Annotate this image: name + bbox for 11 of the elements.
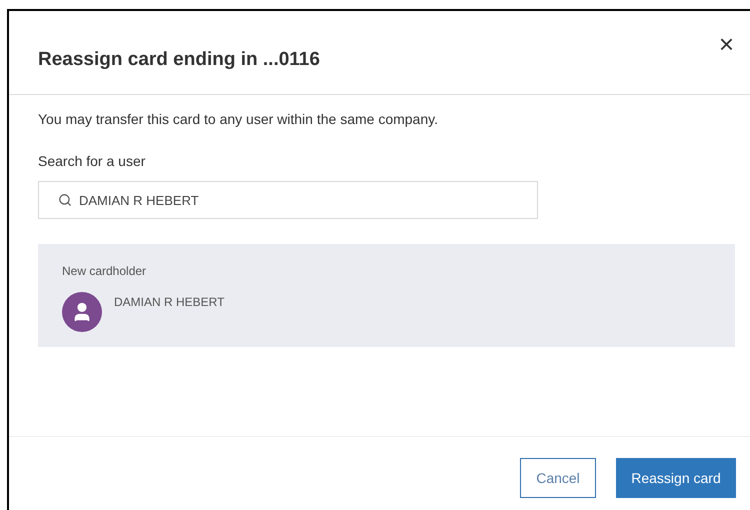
cardholder-name: DAMIAN R HEBERT	[114, 294, 224, 311]
result-heading: New cardholder	[62, 263, 148, 280]
search-icon	[58, 193, 72, 207]
reassign-button[interactable]: Reassign card	[616, 458, 736, 498]
search-field[interactable]: DAMIAN R HEBERT	[38, 181, 538, 219]
close-button[interactable]: ×	[718, 31, 734, 57]
search-label: Search for a user	[38, 152, 146, 171]
dialog-title: Reassign card ending in ...0116	[38, 48, 320, 72]
cancel-button[interactable]: Cancel	[520, 458, 596, 498]
avatar-icon	[62, 292, 102, 332]
intro-text: You may transfer this card to any user within the same company.	[38, 110, 439, 129]
